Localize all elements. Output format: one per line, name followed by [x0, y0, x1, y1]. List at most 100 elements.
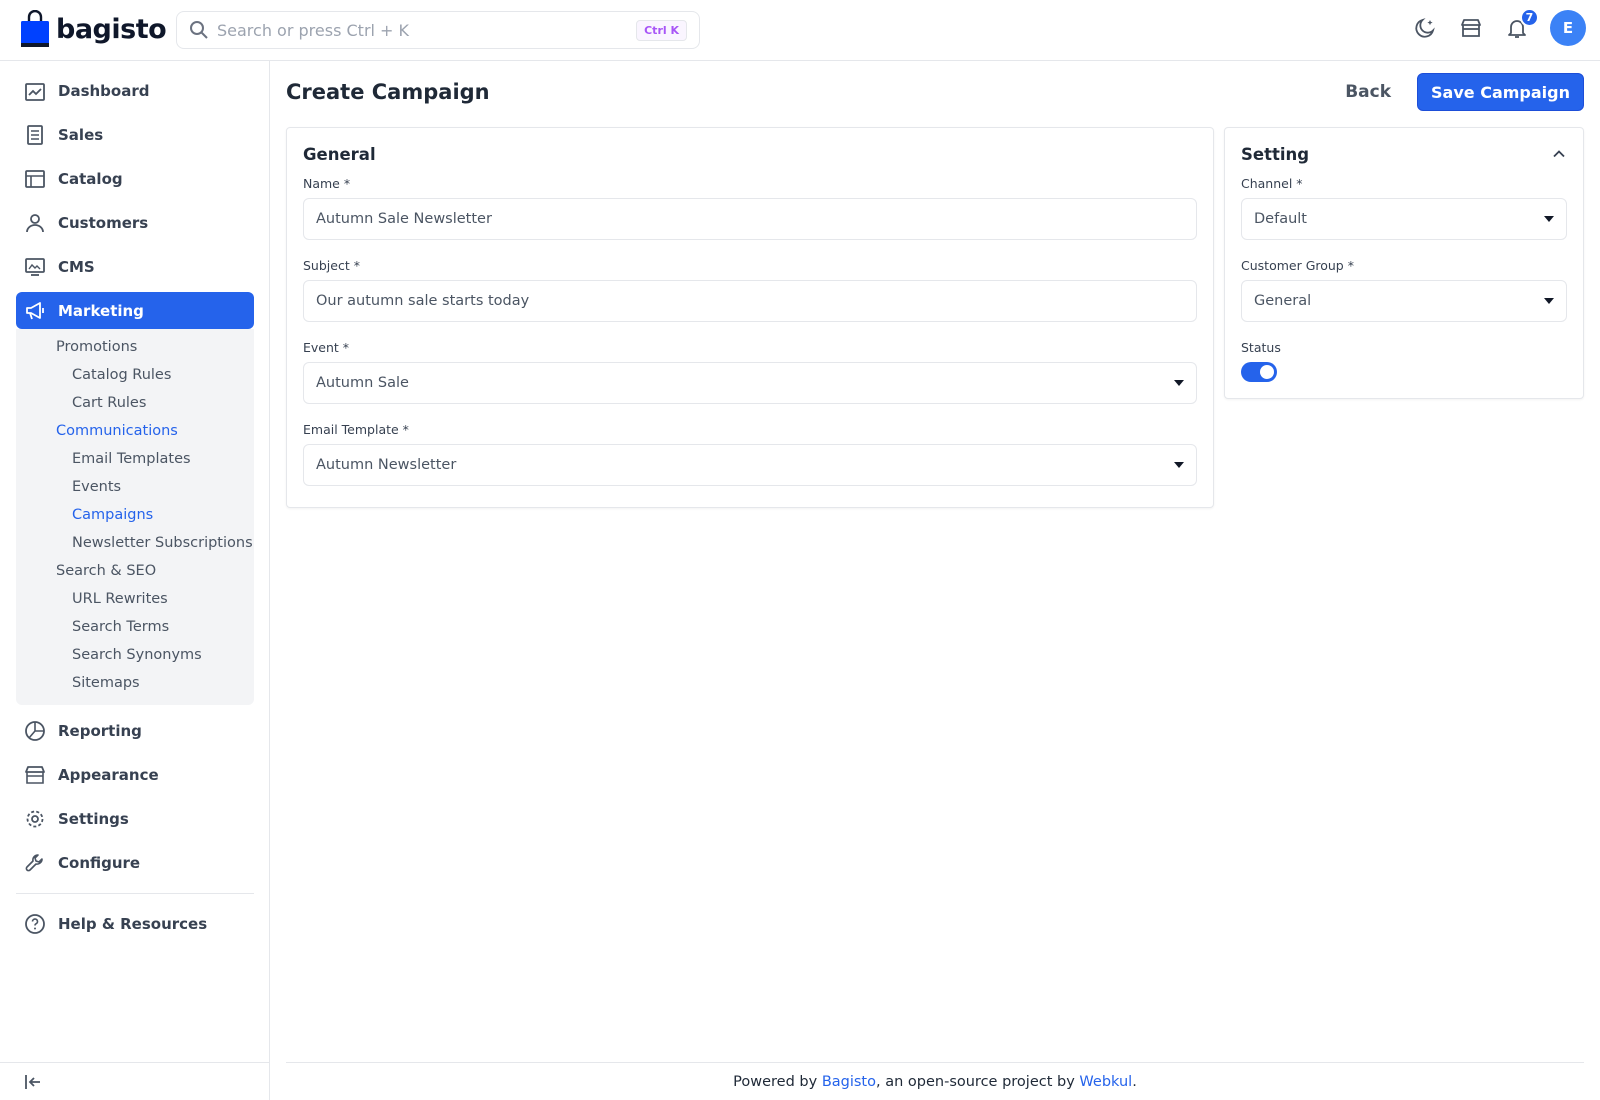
sidebar-item-help[interactable]: Help & Resources [16, 902, 254, 946]
main-content: Create Campaign Back Save Campaign Gener… [286, 61, 1584, 1100]
channel-value: Default [1254, 211, 1307, 227]
footer-middle: , an open-source project by [876, 1073, 1080, 1090]
search-icon [190, 21, 208, 39]
name-field[interactable]: Autumn Sale Newsletter [303, 198, 1197, 240]
sidebar-item-label: Help & Resources [58, 915, 208, 933]
footer: Powered by Bagisto , an open-source proj… [286, 1062, 1584, 1100]
submenu-search-synonyms[interactable]: Search Synonyms [16, 641, 254, 669]
monitor-icon [24, 256, 46, 278]
shortcut-badge: Ctrl K [636, 19, 687, 41]
event-value: Autumn Sale [316, 375, 409, 391]
submenu-email-templates[interactable]: Email Templates [16, 445, 254, 473]
gear-icon [24, 808, 46, 830]
sidebar-item-label: Settings [58, 810, 129, 828]
caret-down-icon [1544, 216, 1554, 222]
brand-name: bagisto [56, 13, 167, 45]
sidebar-item-settings[interactable]: Settings [16, 797, 254, 841]
sidebar-item-label: Catalog [58, 170, 123, 188]
sidebar-item-configure[interactable]: Configure [16, 841, 254, 885]
page-title: Create Campaign [286, 80, 490, 104]
submenu-campaigns[interactable]: Campaigns [16, 501, 254, 529]
status-toggle[interactable] [1241, 362, 1277, 382]
setting-card: Setting Channel * Default Customer Group… [1224, 127, 1584, 399]
email-template-label: Email Template * [303, 422, 409, 437]
setting-card-title: Setting [1241, 144, 1310, 164]
storefront-link[interactable] [1458, 15, 1484, 41]
customer-group-select[interactable]: General [1241, 280, 1567, 322]
sidebar-item-label: Customers [58, 214, 149, 232]
sidebar-item-cms[interactable]: CMS [16, 245, 254, 289]
event-label: Event * [303, 340, 350, 355]
email-template-value: Autumn Newsletter [316, 457, 457, 473]
event-select[interactable]: Autumn Sale [303, 362, 1197, 404]
sidebar-item-dashboard[interactable]: Dashboard [16, 69, 254, 113]
general-card: General Name * Autumn Sale Newsletter Su… [286, 127, 1214, 508]
sidebar-item-label: Appearance [58, 766, 159, 784]
bagisto-link[interactable]: Bagisto [822, 1074, 876, 1090]
store-icon [1461, 19, 1481, 37]
catalog-icon [24, 168, 46, 190]
submenu-communications[interactable]: Communications [16, 417, 254, 445]
setting-card-header[interactable]: Setting [1241, 142, 1567, 166]
channel-select[interactable]: Default [1241, 198, 1567, 240]
caret-down-icon [1174, 380, 1184, 386]
channel-label: Channel * [1241, 176, 1303, 191]
question-circle-icon [24, 913, 46, 935]
avatar[interactable]: E [1550, 10, 1586, 46]
footer-prefix: Powered by [733, 1073, 822, 1090]
name-value: Autumn Sale Newsletter [316, 211, 492, 227]
sidebar-item-label: Marketing [58, 301, 144, 320]
submenu-cart-rules[interactable]: Cart Rules [16, 389, 254, 417]
save-campaign-button[interactable]: Save Campaign [1417, 73, 1584, 111]
subject-field[interactable]: Our autumn sale starts today [303, 280, 1197, 322]
sidebar-item-label: Configure [58, 854, 141, 872]
sidebar-item-label: Dashboard [58, 82, 150, 100]
store-icon [24, 764, 46, 786]
chevron-up-icon [1553, 150, 1565, 158]
moon-icon [1415, 18, 1435, 38]
sidebar-item-catalog[interactable]: Catalog [16, 157, 254, 201]
submenu-promotions[interactable]: Promotions [16, 333, 254, 361]
name-label: Name * [303, 176, 351, 191]
search-input[interactable]: Search or press Ctrl + K Ctrl K [176, 11, 700, 49]
webkul-link[interactable]: Webkul [1079, 1074, 1132, 1090]
submenu-search-terms[interactable]: Search Terms [16, 613, 254, 641]
shopping-bag-icon [21, 10, 49, 47]
customer-group-value: General [1254, 293, 1312, 309]
toggle-knob [1260, 365, 1274, 379]
user-icon [24, 212, 46, 234]
submenu-events[interactable]: Events [16, 473, 254, 501]
dark-mode-toggle[interactable] [1412, 15, 1438, 41]
top-bar: bagisto Search or press Ctrl + K Ctrl K [0, 0, 1600, 61]
sidebar-item-reporting[interactable]: Reporting [16, 709, 254, 753]
sidebar-item-sales[interactable]: Sales [16, 113, 254, 157]
status-label: Status [1241, 340, 1281, 355]
submenu-sitemaps[interactable]: Sitemaps [16, 669, 254, 697]
footer-suffix: . [1132, 1073, 1137, 1090]
notification-count-badge: 7 [1520, 8, 1539, 27]
receipt-icon [24, 124, 46, 146]
collapse-left-icon [25, 1074, 40, 1089]
sidebar-item-appearance[interactable]: Appearance [16, 753, 254, 797]
pie-chart-icon [24, 720, 46, 742]
submenu-search-seo[interactable]: Search & SEO [16, 557, 254, 585]
submenu-newsletter-subscriptions[interactable]: Newsletter Subscriptions [16, 529, 254, 557]
back-button[interactable]: Back [1337, 76, 1399, 108]
brand-logo[interactable]: bagisto [20, 10, 167, 48]
sidebar-item-customers[interactable]: Customers [16, 201, 254, 245]
caret-down-icon [1544, 298, 1554, 304]
marketing-submenu: Promotions Catalog Rules Cart Rules Comm… [16, 329, 254, 705]
megaphone-icon [24, 300, 46, 322]
sidebar-item-marketing[interactable]: Marketing [16, 292, 254, 329]
notifications-button[interactable]: 7 [1504, 8, 1539, 41]
email-template-select[interactable]: Autumn Newsletter [303, 444, 1197, 486]
submenu-catalog-rules[interactable]: Catalog Rules [16, 361, 254, 389]
wrench-icon [24, 852, 46, 874]
submenu-url-rewrites[interactable]: URL Rewrites [16, 585, 254, 613]
collapse-sidebar-button[interactable] [0, 1062, 270, 1100]
subject-value: Our autumn sale starts today [316, 293, 530, 309]
customer-group-label: Customer Group * [1241, 258, 1354, 273]
sidebar-divider [16, 893, 254, 894]
caret-down-icon [1174, 462, 1184, 468]
sidebar-item-label: Reporting [58, 722, 142, 740]
